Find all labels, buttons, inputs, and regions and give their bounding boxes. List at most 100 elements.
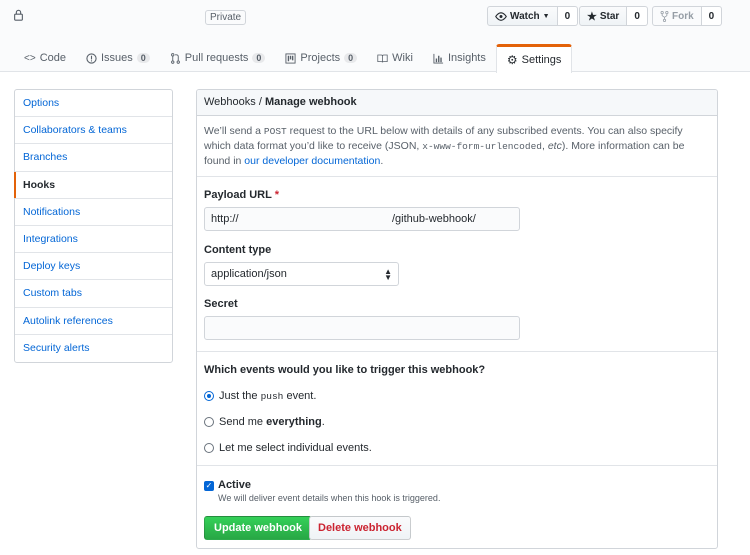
payload-url-value-start: http:// bbox=[211, 213, 239, 225]
fork-button[interactable]: Fork bbox=[652, 6, 702, 26]
sidebar-item-notifications[interactable]: Notifications bbox=[15, 199, 172, 226]
sidebar-item-custom-tabs[interactable]: Custom tabs bbox=[15, 280, 172, 308]
project-icon bbox=[285, 52, 296, 64]
star-icon: ★ bbox=[587, 10, 597, 23]
payload-url-label: Payload URL * bbox=[204, 189, 279, 201]
intro-code-post: POST bbox=[263, 126, 287, 137]
sidebar-item-autolink-references[interactable]: Autolink references bbox=[15, 308, 172, 335]
delete-webhook-button[interactable]: Delete webhook bbox=[309, 516, 411, 540]
tab-label: Wiki bbox=[392, 52, 413, 64]
secret-input[interactable] bbox=[204, 316, 520, 340]
page-title: Manage webhook bbox=[264, 96, 357, 108]
active-label: Active bbox=[218, 479, 252, 491]
radio-button-selected[interactable] bbox=[204, 391, 214, 401]
watch-button[interactable]: Watch ▼ bbox=[487, 6, 558, 26]
radio-individual-events[interactable]: Let me select individual events. bbox=[204, 442, 372, 454]
intro-etc: etc bbox=[547, 140, 562, 152]
sidebar-item-hooks[interactable]: Hooks bbox=[14, 171, 172, 199]
tab-label: Code bbox=[39, 52, 66, 64]
tab-issues[interactable]: Issues 0 bbox=[76, 44, 160, 72]
settings-sidebar: Options Collaborators & teams Branches H… bbox=[14, 89, 173, 363]
tab-projects[interactable]: Projects 0 bbox=[275, 44, 367, 72]
push-prefix: Just the bbox=[219, 390, 261, 402]
star-label: Star bbox=[599, 10, 620, 22]
watch-count[interactable]: 0 bbox=[557, 6, 579, 26]
intro-code-form: x-www-form-urlencoded bbox=[422, 141, 542, 152]
intro-text: We’ll send a bbox=[204, 125, 264, 137]
gear-icon: ⚙ bbox=[506, 52, 518, 67]
payload-url-label-text: Payload URL bbox=[204, 189, 272, 201]
tab-insights[interactable]: Insights bbox=[423, 44, 496, 72]
issue-icon bbox=[86, 52, 97, 64]
manage-webhook-panel: Webhooks / Manage webhook We’ll send a P… bbox=[196, 89, 718, 549]
select-arrows-icon: ▲ ▼ bbox=[384, 267, 392, 282]
sidebar-item-deploy-keys[interactable]: Deploy keys bbox=[15, 253, 172, 281]
issues-count: 0 bbox=[136, 53, 150, 63]
projects-count: 0 bbox=[344, 53, 358, 63]
radio-everything[interactable]: Send me everything. bbox=[204, 416, 325, 428]
sidebar-item-security-alerts[interactable]: Security alerts bbox=[15, 335, 172, 362]
intro-text: . bbox=[380, 155, 384, 167]
content-type-value: application/json bbox=[211, 268, 287, 280]
push-suffix: event. bbox=[283, 390, 317, 402]
repo-header: Private Watch ▼ 0 ★ Star 0 Fork 0 <> Cod… bbox=[0, 0, 750, 73]
radio-label: Send me everything. bbox=[219, 416, 325, 428]
radio-button[interactable] bbox=[204, 443, 214, 453]
radio-button[interactable] bbox=[204, 417, 214, 427]
tab-settings[interactable]: ⚙ Settings bbox=[495, 44, 573, 73]
radio-label: Let me select individual events. bbox=[219, 442, 372, 454]
active-checkbox[interactable]: ✓ bbox=[204, 481, 214, 491]
everything-prefix: Send me bbox=[219, 416, 267, 428]
sidebar-item-branches[interactable]: Branches bbox=[15, 144, 172, 172]
developer-docs-link[interactable]: our developer documentation bbox=[244, 155, 380, 167]
sidebar-item-integrations[interactable]: Integrations bbox=[15, 226, 172, 254]
watch-label: Watch bbox=[510, 10, 540, 22]
eye-icon bbox=[495, 11, 507, 21]
divider bbox=[197, 176, 717, 177]
breadcrumb-webhooks[interactable]: Webhooks bbox=[204, 96, 256, 108]
update-webhook-button[interactable]: Update webhook bbox=[204, 516, 313, 540]
graph-icon bbox=[433, 53, 444, 64]
breadcrumb-separator: / bbox=[255, 96, 265, 108]
radio-label: Just the push event. bbox=[219, 390, 316, 402]
webhook-intro-text: We’ll send a POST request to the URL bel… bbox=[204, 124, 710, 169]
chevron-down-icon: ▼ bbox=[542, 12, 550, 20]
fork-button-group: Fork 0 bbox=[652, 6, 723, 26]
content-type-label: Content type bbox=[204, 244, 272, 256]
tab-label: Settings bbox=[521, 54, 562, 66]
repo-nav-tabs: <> Code Issues 0 Pull requests 0 Project… bbox=[14, 44, 573, 73]
watch-button-group: Watch ▼ 0 bbox=[487, 6, 579, 26]
star-button-group: ★ Star 0 bbox=[579, 6, 648, 26]
redacted-repo-name bbox=[30, 6, 198, 24]
tab-label: Projects bbox=[300, 52, 341, 64]
tab-wiki[interactable]: Wiki bbox=[367, 44, 423, 72]
tab-pull-requests[interactable]: Pull requests 0 bbox=[160, 44, 276, 72]
everything-bold: everything bbox=[266, 416, 322, 428]
payload-url-value-end: /github-webhook/ bbox=[392, 213, 476, 225]
pull-requests-count: 0 bbox=[252, 53, 266, 63]
events-question: Which events would you like to trigger t… bbox=[204, 364, 486, 376]
tab-label: Pull requests bbox=[184, 52, 249, 64]
pull-request-icon bbox=[170, 52, 180, 64]
fork-count[interactable]: 0 bbox=[701, 6, 723, 26]
breadcrumb: Webhooks / Manage webhook bbox=[197, 90, 717, 116]
tab-label: Insights bbox=[447, 52, 486, 64]
book-icon bbox=[377, 54, 388, 62]
push-code: push bbox=[260, 391, 284, 402]
divider bbox=[197, 465, 717, 466]
private-badge: Private bbox=[205, 10, 247, 25]
required-mark: * bbox=[274, 189, 279, 201]
fork-label: Fork bbox=[672, 10, 694, 22]
code-icon: <> bbox=[24, 52, 36, 64]
radio-push-event[interactable]: Just the push event. bbox=[204, 390, 316, 402]
active-note: We will deliver event details when this … bbox=[218, 493, 441, 503]
sidebar-item-collaborators[interactable]: Collaborators & teams bbox=[15, 117, 172, 145]
sidebar-item-options[interactable]: Options bbox=[15, 90, 172, 118]
star-button[interactable]: ★ Star bbox=[579, 6, 628, 26]
tab-code[interactable]: <> Code bbox=[14, 44, 76, 72]
content-type-select[interactable]: application/json ▲ ▼ bbox=[204, 262, 399, 286]
lock-icon bbox=[14, 9, 23, 21]
divider bbox=[197, 351, 717, 352]
redacted-host bbox=[245, 209, 385, 225]
star-count[interactable]: 0 bbox=[627, 6, 648, 26]
